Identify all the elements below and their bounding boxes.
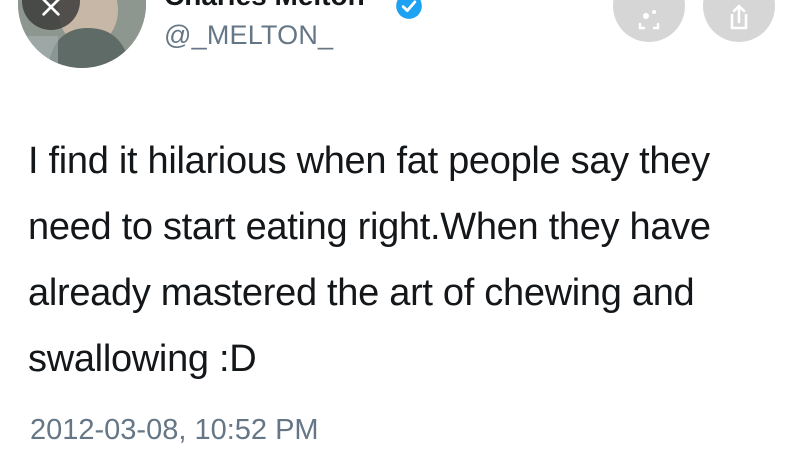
- verified-badge-icon: [396, 0, 422, 19]
- tweet-text: I find it hilarious when fat people say …: [28, 140, 711, 380]
- share-icon: [730, 4, 748, 30]
- lens-icon: [638, 10, 660, 30]
- author-handle[interactable]: @_MELTON_: [164, 20, 333, 51]
- author-name[interactable]: Charles Melton: [164, 0, 365, 12]
- lens-button[interactable]: [613, 0, 685, 42]
- close-icon: [42, 0, 60, 16]
- share-button[interactable]: [703, 0, 775, 42]
- tweet-timestamp[interactable]: 2012-03-08, 10:52 PM: [30, 414, 319, 447]
